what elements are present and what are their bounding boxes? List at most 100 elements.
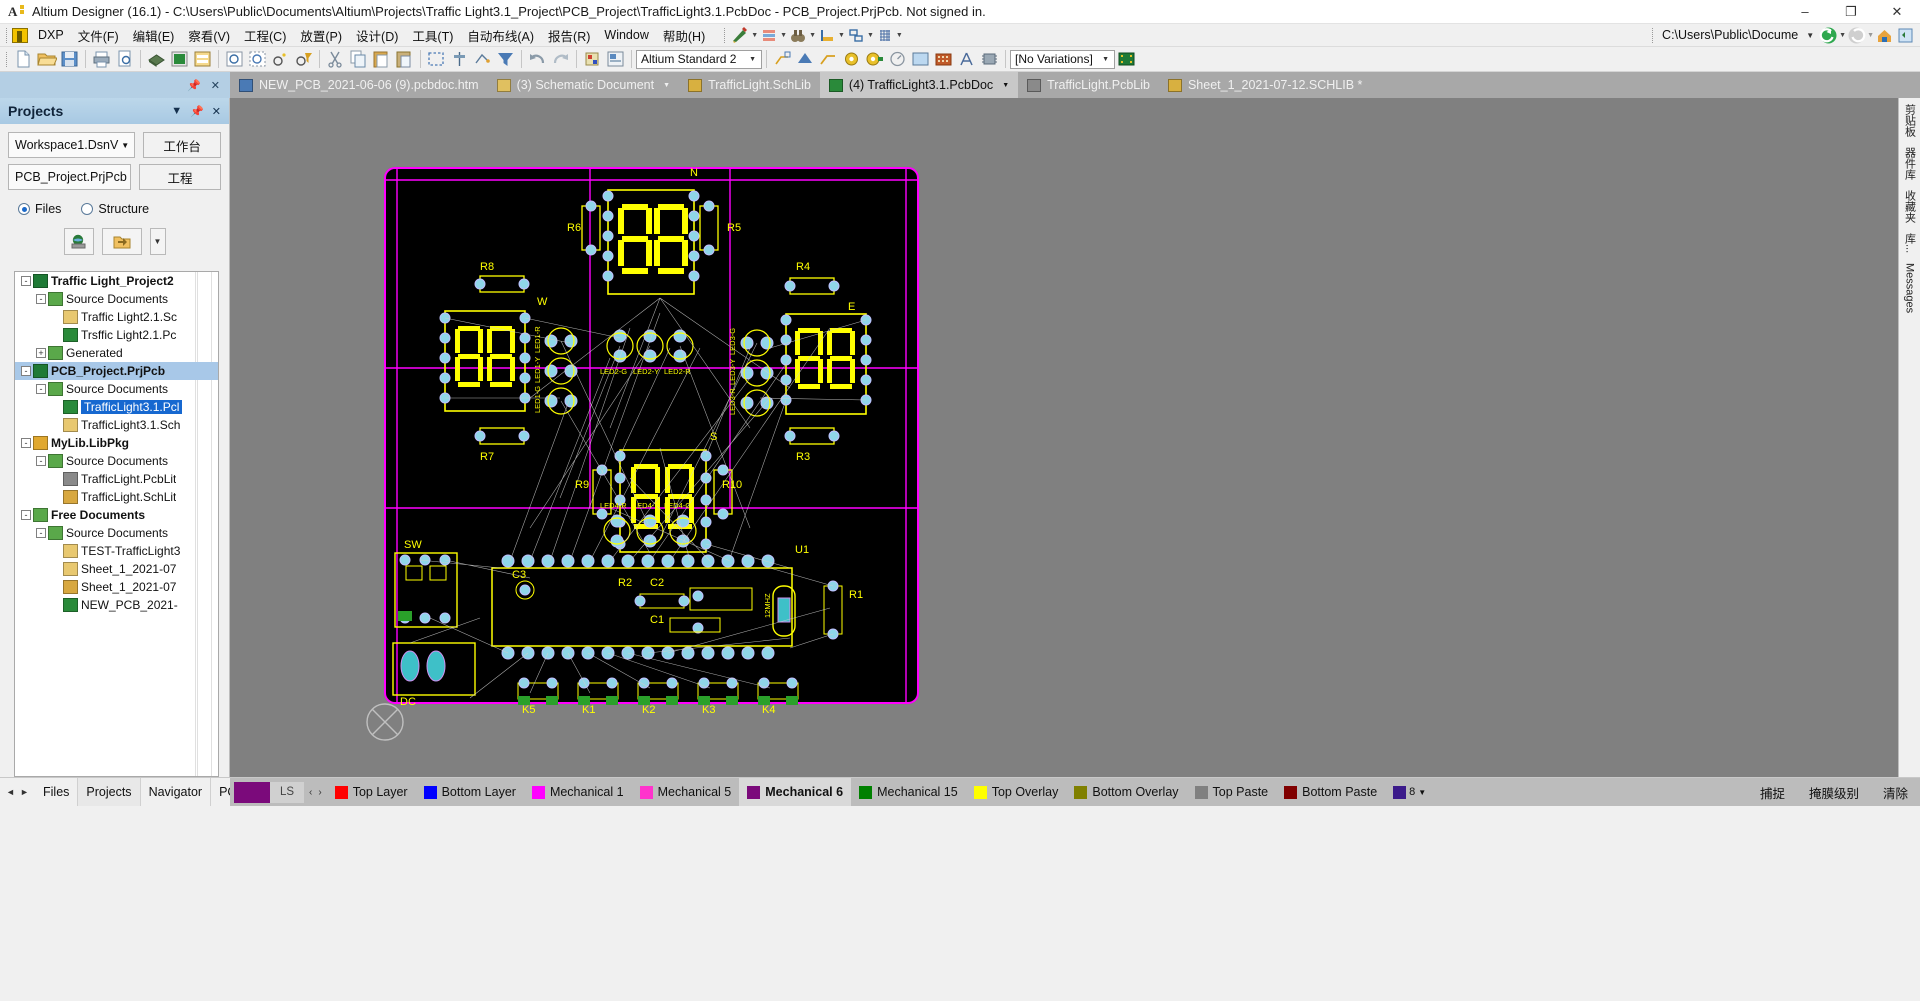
layer-tab-1[interactable]: Bottom Layer: [416, 778, 524, 806]
radio-structure[interactable]: Structure: [81, 202, 149, 216]
grid-dropdown[interactable]: ▼: [876, 27, 903, 44]
panel-next-arrow[interactable]: ►: [18, 783, 31, 801]
close-button[interactable]: ✕: [1874, 0, 1920, 24]
dock-item-lib[interactable]: 库...: [1902, 233, 1918, 253]
tree-node[interactable]: - PCB_Project.PrjPcb: [15, 362, 218, 380]
place-polygon-icon[interactable]: [795, 49, 816, 69]
status-clear[interactable]: 清除: [1871, 778, 1920, 806]
layer-prev-arrow[interactable]: ‹: [309, 787, 312, 798]
menu-item-file[interactable]: 文件(F): [71, 23, 126, 48]
place-region-icon[interactable]: [933, 49, 954, 69]
layer-tab-9[interactable]: Bottom Paste: [1276, 778, 1385, 806]
select-area-icon[interactable]: [426, 49, 447, 69]
menu-item-reports[interactable]: 报告(R): [541, 23, 597, 48]
tree-node[interactable]: - Source Documents: [15, 524, 218, 542]
layer-next-arrow[interactable]: ›: [318, 787, 321, 798]
layer-tab-8[interactable]: Top Paste: [1187, 778, 1277, 806]
minimize-button[interactable]: –: [1782, 0, 1828, 24]
place-fill-icon[interactable]: [910, 49, 931, 69]
tree-node[interactable]: TrafficLight.PcbLit: [15, 470, 218, 488]
route-dropdown[interactable]: ▼: [847, 27, 874, 44]
tree-expander[interactable]: -: [36, 294, 46, 304]
undo-icon[interactable]: [527, 49, 548, 69]
pcb-canvas[interactable]: N R6 R5 W R8 R7 E R4 R3 S R9 R10 SW DC U1 C3 R2 C2…: [230, 98, 1898, 777]
layer-tab-7[interactable]: Bottom Overlay: [1066, 778, 1186, 806]
status-mask-level[interactable]: 掩膜级别: [1797, 778, 1871, 806]
tree-node[interactable]: - Traffic Light_Project2: [15, 272, 218, 290]
tree-node[interactable]: - MyLib.LibPkg: [15, 434, 218, 452]
status-snap[interactable]: 捕捉: [1748, 778, 1797, 806]
layer-tab-5[interactable]: Mechanical 15: [851, 778, 966, 806]
tree-node[interactable]: TrafficLight3.1.Pcl: [15, 398, 218, 416]
workspace-combo[interactable]: Workspace1.DsnV ▼: [8, 132, 136, 158]
layer-tab-6[interactable]: Top Overlay: [966, 778, 1067, 806]
chevron-down-icon[interactable]: ▼: [1002, 82, 1009, 89]
sch-doc-icon[interactable]: [192, 49, 213, 69]
paste-special-icon[interactable]: [394, 49, 415, 69]
paste-icon[interactable]: [371, 49, 392, 69]
print-icon[interactable]: [91, 49, 112, 69]
menu-item-edit[interactable]: 编辑(E): [126, 23, 182, 48]
chevron-down-icon[interactable]: ▼: [746, 56, 759, 63]
tree-expander[interactable]: -: [21, 510, 31, 520]
project-button[interactable]: 工程: [139, 164, 221, 190]
forward-arrow-icon[interactable]: [1847, 26, 1866, 45]
clear-filter-icon[interactable]: [495, 49, 516, 69]
menu-item-project[interactable]: 工程(C): [237, 23, 293, 48]
document-tab-4[interactable]: TrafficLight.PcbLib: [1018, 72, 1159, 98]
pencil-ruler-dropdown[interactable]: ▼: [731, 26, 758, 44]
save-icon[interactable]: [59, 49, 80, 69]
tree-node[interactable]: + Generated: [15, 344, 218, 362]
dock-item-messages[interactable]: Messages: [1904, 263, 1916, 313]
dock-item-clipboard[interactable]: 剪贴板: [1902, 104, 1918, 137]
menu-dxp[interactable]: DXP: [31, 25, 71, 45]
chevron-down-icon[interactable]: ▼: [1418, 788, 1426, 797]
place-line-icon[interactable]: [772, 49, 793, 69]
chevron-down-icon[interactable]: ▼: [663, 82, 670, 89]
path-combo[interactable]: C:\Users\Public\Docume: [1658, 27, 1802, 43]
cut-icon[interactable]: [325, 49, 346, 69]
tree-node[interactable]: - Free Documents: [15, 506, 218, 524]
place-string-icon[interactable]: [956, 49, 977, 69]
standard-toolbar-combo[interactable]: Altium Standard 2 ▼: [636, 49, 762, 69]
place-arc-icon[interactable]: [887, 49, 908, 69]
ruler-dropdown[interactable]: ▼: [818, 27, 845, 44]
place-component-icon[interactable]: [979, 49, 1000, 69]
tree-expander[interactable]: -: [21, 276, 31, 286]
place-pad-icon[interactable]: [841, 49, 862, 69]
tree-node[interactable]: Trsffic Light2.1.Pc: [15, 326, 218, 344]
dock-item-libraries[interactable]: 器件库: [1902, 147, 1918, 180]
document-tab-3[interactable]: (4) TrafficLight3.1.PcbDoc ▼: [819, 72, 1019, 98]
radio-files[interactable]: Files: [18, 202, 61, 216]
place-via-icon[interactable]: [864, 49, 885, 69]
layer-tab-2[interactable]: Mechanical 1: [524, 778, 632, 806]
menu-item-help[interactable]: 帮助(H): [656, 23, 712, 48]
open-folder-icon[interactable]: [36, 49, 57, 69]
document-tab-0[interactable]: NEW_PCB_2021-06-06 (9).pcbdoc.htm: [230, 72, 488, 98]
board-3d-icon[interactable]: [146, 49, 167, 69]
tree-node[interactable]: Sheet_1_2021-07: [15, 578, 218, 596]
panel-prev-arrow[interactable]: ◄: [4, 783, 17, 801]
tree-expander[interactable]: -: [21, 366, 31, 376]
document-tab-2[interactable]: TrafficLight.SchLib: [679, 72, 820, 98]
home-icon[interactable]: [1875, 26, 1894, 45]
path-chevron-down-icon[interactable]: ▼: [1802, 31, 1818, 40]
place-track-icon[interactable]: [818, 49, 839, 69]
layer-tab-3[interactable]: Mechanical 5: [632, 778, 740, 806]
tree-node[interactable]: TrafficLight3.1.Sch: [15, 416, 218, 434]
variations-combo[interactable]: [No Variations] ▼: [1010, 49, 1115, 69]
pcb-board-icon[interactable]: [1116, 49, 1137, 69]
chevron-down-icon[interactable]: ▼: [1099, 56, 1112, 63]
layer-more-chip[interactable]: 8 ▼: [1385, 778, 1434, 806]
browse-lib-icon[interactable]: [605, 49, 626, 69]
menu-item-window[interactable]: Window: [597, 25, 655, 45]
panel-tab-navigator[interactable]: Navigator: [141, 778, 212, 806]
project-combo[interactable]: PCB_Project.PrjPcb: [8, 164, 131, 190]
pin-icon[interactable]: 📌: [190, 105, 204, 118]
workspace-button[interactable]: 工作台: [143, 132, 221, 158]
dock-item-favorites[interactable]: 收藏夹: [1902, 190, 1918, 223]
tree-node[interactable]: TEST-TrafficLight3: [15, 542, 218, 560]
cross-probe-icon[interactable]: [582, 49, 603, 69]
zoom-select-icon[interactable]: [247, 49, 268, 69]
binoculars-dropdown[interactable]: ▼: [789, 27, 816, 44]
